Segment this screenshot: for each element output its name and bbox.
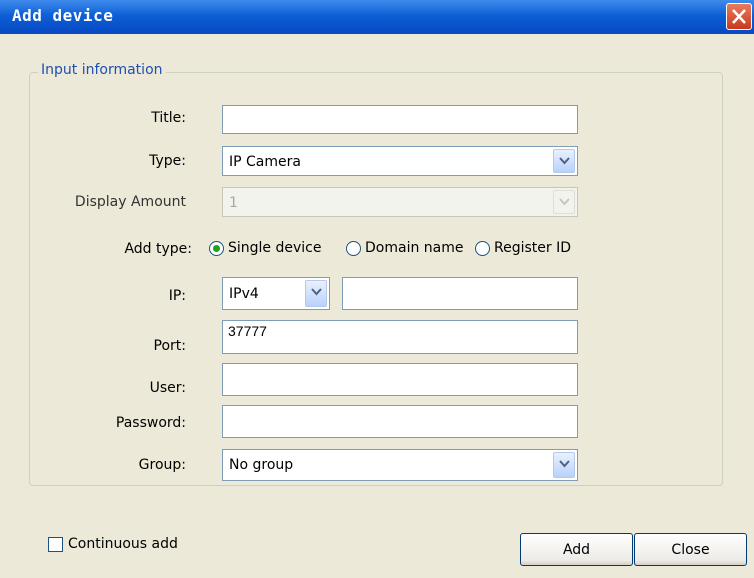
chevron-down-icon <box>559 460 570 468</box>
display-amount-label: Display Amount <box>74 194 186 210</box>
add-type-label: Add type: <box>124 241 192 257</box>
display-amount-dropdown-button[interactable] <box>553 190 575 214</box>
type-label: Type: <box>149 153 186 169</box>
chevron-down-icon <box>311 288 322 296</box>
display-amount-value: 1 <box>229 195 238 211</box>
ip-label: IP: <box>168 288 186 304</box>
group-selected-value: No group <box>229 457 294 473</box>
radio-button[interactable] <box>475 240 490 256</box>
group-label: Group: <box>138 457 186 473</box>
radio-register-id[interactable]: Register ID <box>475 240 571 256</box>
radio-selected-dot <box>213 244 220 252</box>
radio-single-device[interactable]: Single device <box>209 240 321 256</box>
type-select[interactable]: IP Camera <box>222 146 578 176</box>
dialog-title: Add device <box>12 6 114 25</box>
title-input[interactable] <box>222 105 578 134</box>
close-window-button[interactable] <box>726 3 752 30</box>
chevron-down-icon <box>559 157 570 165</box>
add-device-dialog: Add device Input information Title: Type… <box>0 0 754 578</box>
title-bar[interactable]: Add device <box>0 0 754 34</box>
port-input[interactable] <box>222 320 578 354</box>
radio-button[interactable] <box>346 240 361 256</box>
continuous-add-label: Continuous add <box>68 536 178 552</box>
ip-version-select[interactable]: IPv4 <box>222 277 330 310</box>
display-amount-select[interactable]: 1 <box>222 187 578 217</box>
group-legend: Input information <box>38 62 166 78</box>
radio-register-id-label: Register ID <box>494 240 571 256</box>
add-button[interactable]: Add <box>520 533 633 566</box>
title-label: Title: <box>151 110 186 126</box>
user-label: User: <box>149 380 186 396</box>
radio-domain-name-label: Domain name <box>365 240 464 256</box>
ip-version-dropdown-button[interactable] <box>305 280 327 307</box>
continuous-add-checkbox[interactable] <box>48 537 63 552</box>
group-dropdown-button[interactable] <box>553 452 575 478</box>
user-input[interactable] <box>222 363 578 396</box>
password-label: Password: <box>115 415 186 431</box>
close-icon <box>732 9 746 24</box>
radio-single-device-label: Single device <box>228 240 322 256</box>
close-button[interactable]: Close <box>634 533 747 566</box>
type-selected-value: IP Camera <box>229 154 301 170</box>
port-label: Port: <box>153 338 186 354</box>
radio-domain-name[interactable]: Domain name <box>346 240 463 256</box>
type-dropdown-button[interactable] <box>553 149 575 173</box>
password-input[interactable] <box>222 405 578 438</box>
chevron-down-icon <box>559 198 570 206</box>
radio-button[interactable] <box>209 240 224 256</box>
ip-version-value: IPv4 <box>229 286 259 302</box>
group-select[interactable]: No group <box>222 449 578 481</box>
ip-address-input[interactable] <box>342 277 578 310</box>
